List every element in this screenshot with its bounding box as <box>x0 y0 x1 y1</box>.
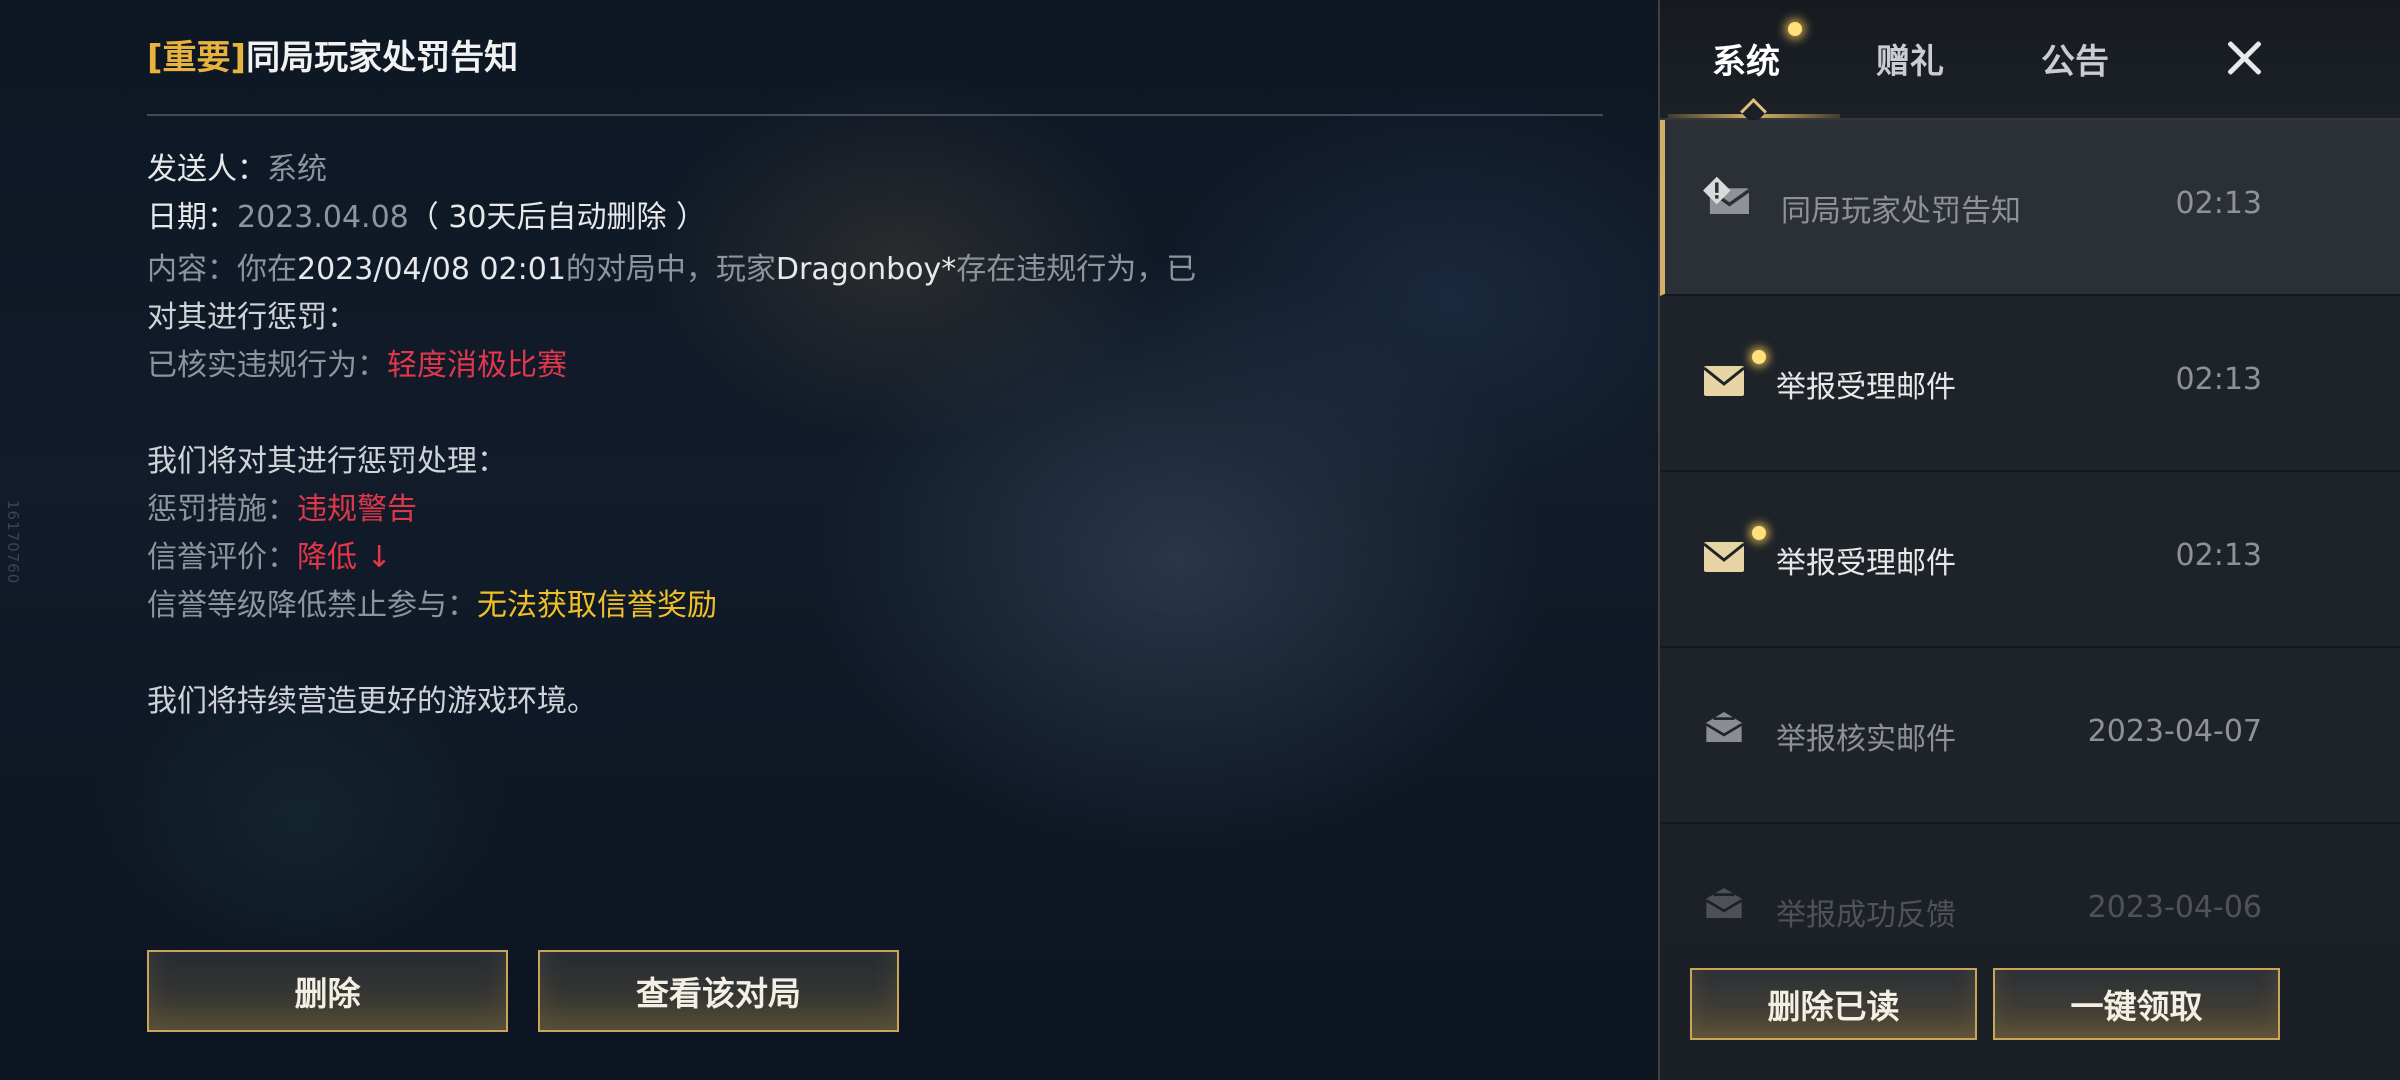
mail-tabs: 系统 赠礼 公告 <box>1660 0 2400 125</box>
mail-time: 02:13 <box>2175 538 2262 573</box>
date-value: 2023.04.08 <box>237 200 409 235</box>
date-note: （ 30天后自动删除 ） <box>408 200 707 235</box>
tab-system[interactable]: 系统 <box>1712 34 1780 83</box>
sender-value: 系统 <box>267 152 327 187</box>
tab-gift[interactable]: 赠礼 <box>1876 34 1944 83</box>
view-match-button[interactable]: 查看该对局 <box>538 950 899 1032</box>
credit-line: 信誉评价：降低 ↓ <box>147 540 392 575</box>
unread-dot-icon <box>1752 350 1766 364</box>
mail-read-icon <box>1705 888 1743 918</box>
delete-button[interactable]: 删除 <box>147 950 508 1032</box>
punish-intro: 我们将对其进行惩罚处理： <box>147 444 507 479</box>
content-line-1: 内容：你在2023/04/08 02:01的对局中，玩家Dragonboy*存在… <box>147 252 1197 287</box>
mail-unread-icon <box>1704 366 1744 396</box>
credit-value: 降低 ↓ <box>297 540 392 575</box>
mail-subject: 同局玩家处罚告知 <box>1781 194 2021 229</box>
unread-dot-icon <box>1788 22 1802 36</box>
mail-item[interactable]: 举报受理邮件 02:13 <box>1660 296 2400 472</box>
ban-line: 信誉等级降低禁止参与：无法获取信誉奖励 <box>147 588 717 623</box>
mail-subject: 举报成功反馈 <box>1776 898 1956 933</box>
verified-line: 已核实违规行为：轻度消极比赛 <box>147 348 567 383</box>
unread-dot-icon <box>1752 526 1766 540</box>
mail-title: [重要]同局玩家处罚告知 <box>147 30 1603 86</box>
mail-subject: 举报核实邮件 <box>1776 722 1956 757</box>
mail-time: 02:13 <box>2175 362 2262 397</box>
mail-screen: 16170760 [重要]同局玩家处罚告知 发送人：系统 日期：2023.04.… <box>0 0 2400 1080</box>
ban-value: 无法获取信誉奖励 <box>477 588 717 623</box>
mail-time: 2023-04-06 <box>2087 890 2262 925</box>
mail-item-selected[interactable]: 同局玩家处罚告知 02:13 <box>1660 120 2400 296</box>
mail-detail: [重要]同局玩家处罚告知 发送人：系统 日期：2023.04.08（ 30天后自… <box>147 30 1603 726</box>
mail-read-icon <box>1705 712 1743 742</box>
mail-title-text: 同局玩家处罚告知 <box>246 38 519 78</box>
delete-read-button[interactable]: 删除已读 <box>1690 968 1977 1040</box>
offending-player: Dragonboy* <box>775 252 957 287</box>
sender-line: 发送人：系统 <box>147 152 327 187</box>
device-id-watermark: 16170760 <box>4 500 22 585</box>
mail-subject: 举报受理邮件 <box>1776 370 1956 405</box>
measure-value: 违规警告 <box>297 492 417 527</box>
mail-important-icon <box>1703 176 1749 214</box>
mail-item[interactable]: 举报成功反馈 2023-04-06 <box>1660 824 2400 940</box>
mail-item[interactable]: 举报核实邮件 2023-04-07 <box>1660 648 2400 824</box>
measure-line: 惩罚措施：违规警告 <box>147 492 417 527</box>
claim-all-button[interactable]: 一键领取 <box>1993 968 2280 1040</box>
mail-time: 02:13 <box>2175 186 2262 221</box>
mail-unread-icon <box>1704 542 1744 572</box>
mail-list[interactable]: 同局玩家处罚告知 02:13 举报受理邮件 02:13 举报受理邮件 02:13… <box>1660 120 2400 940</box>
closing-text: 我们将持续营造更好的游戏环境。 <box>147 684 597 719</box>
mail-panel: 系统 赠礼 公告 同局玩家处罚告知 02:13 举报受理邮件 02:13 举报受… <box>1658 0 2400 1080</box>
tab-notice[interactable]: 公告 <box>2041 34 2109 83</box>
mail-time: 2023-04-07 <box>2087 714 2262 749</box>
verified-violation: 轻度消极比赛 <box>387 348 567 383</box>
close-icon[interactable] <box>2220 34 2268 82</box>
importance-tag: [重要] <box>147 38 247 78</box>
mail-body: 内容：你在2023/04/08 02:01的对局中，玩家Dragonboy*存在… <box>147 246 1603 726</box>
date-line: 日期：2023.04.08（ 30天后自动删除 ） <box>147 200 707 235</box>
content-line-2: 对其进行惩罚： <box>147 300 357 335</box>
title-divider <box>147 114 1603 116</box>
mail-subject: 举报受理邮件 <box>1776 546 1956 581</box>
mail-item[interactable]: 举报受理邮件 02:13 <box>1660 472 2400 648</box>
